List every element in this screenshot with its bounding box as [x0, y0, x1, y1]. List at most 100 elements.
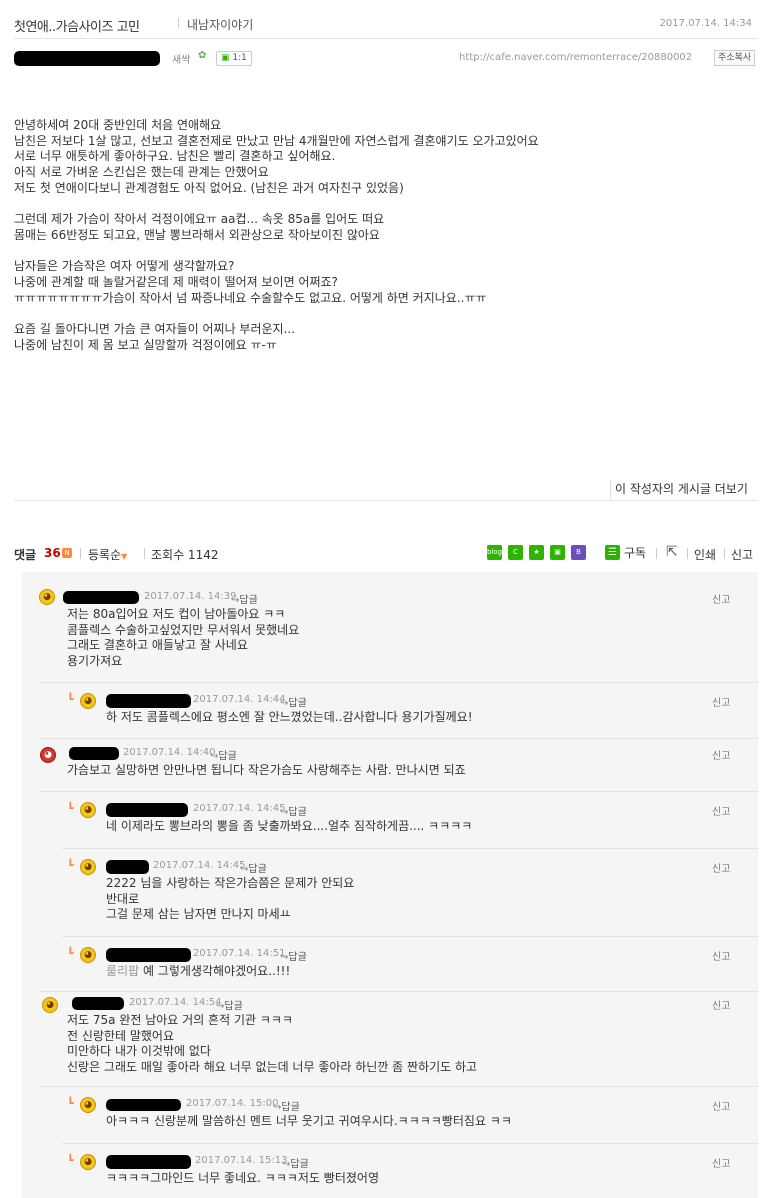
comment-label: 댓글	[14, 548, 37, 562]
avatar-icon[interactable]: ◕	[80, 802, 96, 818]
report-comment-button[interactable]: 신고	[712, 1155, 730, 1170]
comment-date: 2017.07.14. 14:54	[129, 997, 222, 1008]
post-body-line: 나중에 관계할 때 놀랄거같은데 제 매력이 떨어져 보이면 어쩌죠?	[14, 275, 338, 290]
new-badge: N	[62, 548, 72, 558]
post-body-line: 그런데 제가 가슴이 작아서 걱정이에요ㅠ aa컵... 속옷 85a를 입어도…	[14, 212, 385, 227]
reply-button[interactable]: ↪답글	[231, 591, 258, 606]
avatar-icon[interactable]: ◕	[40, 747, 56, 763]
post-body-line	[14, 244, 758, 260]
commenter-name-redacted[interactable]	[106, 1155, 191, 1169]
memo-share-icon[interactable]: ▣	[550, 545, 565, 560]
author-name-redacted[interactable]	[14, 51, 160, 66]
report-comment-button[interactable]: 신고	[712, 747, 730, 762]
comment-date: 2017.07.14. 14:45	[193, 803, 286, 814]
reply-indent-icon: ┗	[67, 1097, 74, 1110]
comment-text-wrapper: 룰리팝 예 그렇게생각해야겠어요..!!!	[106, 964, 290, 980]
author-rank: 새싹	[172, 55, 191, 66]
reply-label: 답글	[239, 595, 258, 606]
rss-icon[interactable]: ☰	[605, 545, 620, 560]
cafe-share-icon[interactable]: C	[508, 545, 523, 560]
comment-text: 저는 80a입어요 저도 컵이 남아돌아요 ㅋㅋ 콤플렉스 수술하고싶었지만 무…	[67, 607, 300, 668]
divider	[656, 548, 657, 559]
comment-text: 하 저도 콤플렉스에요 평소엔 잘 안느꼈었는데..감사합니다 용기가질께요!	[106, 710, 473, 724]
divider	[144, 548, 145, 559]
post-body-line	[14, 197, 758, 213]
chat-label: 1:1	[232, 53, 247, 63]
more-posts-button[interactable]: 이 작성자의 게시글 더보기	[610, 480, 750, 498]
reply-button[interactable]: ↪답글	[210, 747, 237, 762]
report-comment-button[interactable]: 신고	[712, 694, 730, 709]
report-post-button[interactable]: 신고	[731, 546, 753, 563]
reply-button[interactable]: ↪답글	[216, 997, 243, 1012]
avatar-icon[interactable]: ◕	[42, 997, 58, 1013]
comment-date: 2017.07.14. 14:45	[153, 860, 246, 871]
comment-item: ◕ 2017.07.14. 14:40 ↪답글 신고 가슴보고 실망하면 안만나…	[22, 739, 758, 791]
post-title: 첫연애..가슴사이즈 고민	[14, 20, 140, 35]
reply-button[interactable]: ↪답글	[280, 803, 307, 818]
board-link[interactable]: 내남자이야기	[187, 16, 253, 33]
band-share-icon[interactable]: B	[571, 545, 586, 560]
commenter-name-redacted[interactable]	[106, 694, 191, 708]
post-url[interactable]: http://cafe.naver.com/remonterrace/20880…	[459, 52, 692, 63]
avatar-icon[interactable]: ◕	[80, 859, 96, 875]
reply-indent-icon: ┗	[67, 802, 74, 815]
comment-reply-item: ┗ ◕ 2017.07.14. 15:13 ↪답글 신고 ㅋㅋㅋㅋ그마인드 너무…	[22, 1144, 758, 1198]
commenter-name-redacted[interactable]	[69, 747, 119, 760]
copy-url-button[interactable]: 주소복사	[714, 50, 756, 66]
comment-date: 2017.07.14. 15:00	[186, 1098, 279, 1109]
reply-button[interactable]: ↪답글	[273, 1098, 300, 1113]
sort-label: 등록순	[88, 548, 122, 562]
avatar-icon[interactable]: ◕	[80, 947, 96, 963]
comment-text: 가슴보고 실망하면 안만나면 됩니다 작은가슴도 사랑해주는 사람. 만나시면 …	[67, 763, 466, 777]
avatar-icon[interactable]: ◕	[80, 1154, 96, 1170]
reply-label: 답글	[288, 952, 307, 963]
share-icon[interactable]: ⇱	[666, 544, 678, 560]
commenter-name-redacted[interactable]	[72, 997, 124, 1010]
print-button[interactable]: 인쇄	[694, 546, 716, 563]
comment-date: 2017.07.14. 14:40	[123, 747, 216, 758]
divider	[14, 38, 758, 39]
chat-button[interactable]: ▣ 1:1	[216, 51, 252, 66]
comment-date: 2017.07.14. 15:13	[195, 1155, 288, 1166]
blog-share-icon[interactable]: blog	[487, 545, 502, 560]
post-body-line: 요즘 길 돌아다니면 가슴 큰 여자들이 어찌나 부러운지...	[14, 322, 296, 337]
report-comment-button[interactable]: 신고	[712, 1098, 730, 1113]
mention-tag[interactable]: 룰리팝	[106, 964, 139, 978]
report-comment-button[interactable]: 신고	[712, 997, 730, 1012]
report-comment-button[interactable]: 신고	[712, 591, 730, 606]
reply-label: 답글	[248, 864, 267, 875]
commenter-name-redacted[interactable]	[63, 591, 139, 604]
author-row: 새싹 ✿ ▣ 1:1 http://cafe.naver.com/remonte…	[14, 48, 758, 70]
commenter-name-redacted[interactable]	[106, 860, 149, 874]
avatar-icon[interactable]: ◕	[80, 1097, 96, 1113]
commenter-name-redacted[interactable]	[106, 803, 188, 817]
reply-button[interactable]: ↪답글	[282, 1155, 309, 1170]
avatar-icon[interactable]: ◕	[39, 589, 55, 605]
comment-text: 2222 님을 사랑하는 작은가슴쯤은 문제가 안되요 반대로 그걸 문제 삼는…	[106, 876, 355, 922]
reply-button[interactable]: ↪답글	[240, 860, 267, 875]
reply-label: 답글	[218, 751, 237, 762]
comment-reply-item: ┗ ◕ 2017.07.14. 14:45 ↪답글 신고 네 이제라도 뽕브라의…	[22, 792, 758, 848]
reply-button[interactable]: ↪답글	[280, 948, 307, 963]
comment-reply-item: ┗ ◕ 2017.07.14. 15:00 ↪답글 신고 아ㅋㅋㅋ 신랑분께 말…	[22, 1087, 758, 1143]
star-share-icon[interactable]: ★	[529, 545, 544, 560]
subscribe-button[interactable]: 구독	[624, 544, 646, 561]
reply-indent-icon: ┗	[67, 859, 74, 872]
divider	[80, 548, 81, 559]
report-comment-button[interactable]: 신고	[712, 948, 730, 963]
comment-text: 네 이제라도 뽕브라의 뽕을 좀 낮출까봐요....얼추 짐작하게끔.... ㅋ…	[106, 819, 473, 833]
commenter-name-redacted[interactable]	[106, 948, 191, 962]
reply-button[interactable]: ↪답글	[280, 694, 307, 709]
comment-text: ㅋㅋㅋㅋ그마인드 너무 좋네요. ㅋㅋㅋ저도 빵터졌어영	[106, 1171, 379, 1185]
sort-dropdown[interactable]: 등록순▼	[88, 546, 127, 563]
chat-icon: ▣	[221, 53, 230, 63]
post-body-line: 아직 서로 가벼운 스킨십은 했는데 관계는 안했어요	[14, 165, 269, 180]
report-comment-button[interactable]: 신고	[712, 803, 730, 818]
report-comment-button[interactable]: 신고	[712, 860, 730, 875]
reply-label: 답글	[290, 1159, 309, 1170]
comment-count: 36	[44, 546, 61, 560]
comment-text: 저도 75a 완전 남아요 거의 흔적 기관 ㅋㅋㅋ 전 신랑한테 말했어요 미…	[67, 1013, 478, 1074]
avatar-icon[interactable]: ◕	[80, 693, 96, 709]
commenter-name-redacted[interactable]	[106, 1099, 181, 1111]
post-body-line: ㅠㅠㅠㅠㅠㅠㅠㅠ가슴이 작아서 넘 짜증나네요 수술할수도 없고요. 어떻게 하…	[14, 290, 487, 305]
